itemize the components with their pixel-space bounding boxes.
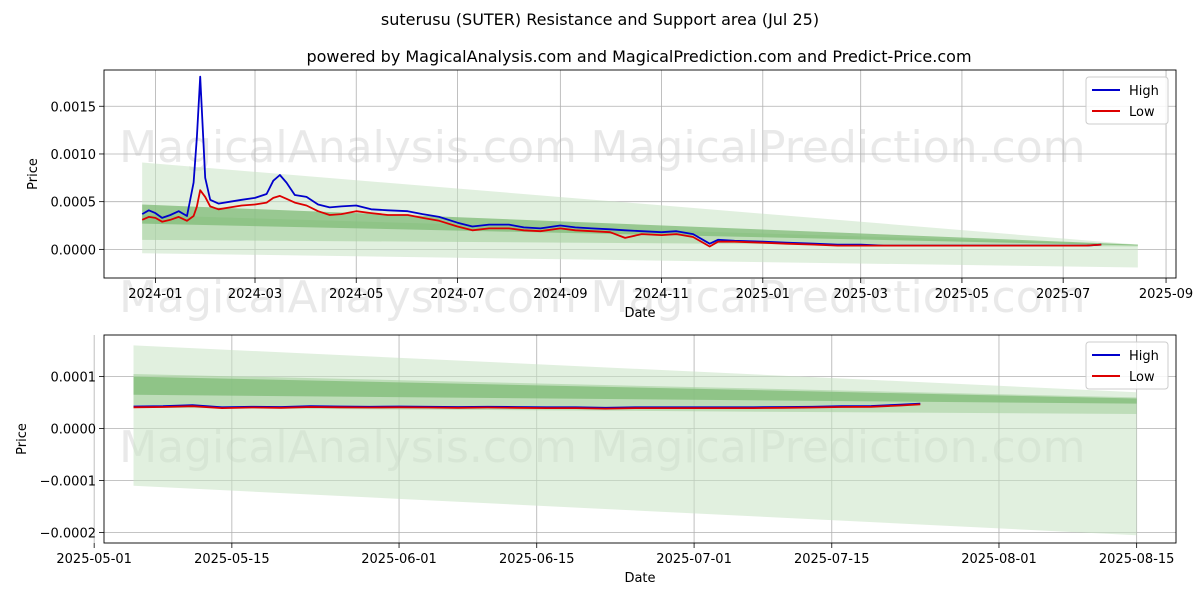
y-tick-label: 0.0010	[51, 148, 97, 163]
x-axis-label: Date	[624, 571, 655, 586]
y-tick-label: 0.0005	[51, 196, 97, 211]
x-tick-label: 2025-01	[736, 287, 790, 302]
legend: High Low	[1085, 76, 1169, 125]
x-tick-label: 2025-06-15	[499, 552, 575, 567]
x-tick-label: 2024-01	[128, 287, 182, 302]
chart-subtitle: powered by MagicalAnalysis.com and Magic…	[306, 47, 971, 66]
x-tick-label: 2025-06-01	[361, 552, 437, 567]
x-axis-label: Date	[624, 306, 655, 321]
legend: High Low	[1085, 341, 1169, 390]
x-tick-label: 2025-07	[1036, 287, 1090, 302]
x-tick-label: 2024-07	[430, 287, 484, 302]
x-tick-label: 2025-08-01	[961, 552, 1037, 567]
x-tick-label: 2025-07-15	[794, 552, 870, 567]
watermark-text: MagicalPrediction.com	[591, 122, 1086, 173]
x-tick-label: 2025-03	[834, 287, 888, 302]
x-tick-label: 2024-11	[634, 287, 688, 302]
x-tick-label: 2025-08-15	[1099, 552, 1175, 567]
chart-canvas: suterusu (SUTER) Resistance and Support …	[15, 10, 1193, 586]
chart-title: suterusu (SUTER) Resistance and Support …	[381, 10, 819, 29]
band-group	[142, 162, 1138, 268]
x-tick-label: 2025-05-15	[194, 552, 270, 567]
support-resistance-band	[133, 345, 1137, 536]
y-axis-label: Price	[26, 158, 41, 190]
y-tick-label: 0.0015	[51, 100, 97, 115]
band-group	[133, 345, 1137, 536]
y-tick-label: −0.0001	[40, 475, 96, 490]
bottom-panel: MagicalAnalysis.comMagicalPrediction.com…	[15, 334, 1177, 586]
legend-label-high: High	[1129, 349, 1159, 364]
x-tick-label: 2025-05-01	[56, 552, 132, 567]
x-tick-label: 2025-05	[935, 287, 989, 302]
watermark-text: MagicalAnalysis.com	[119, 122, 577, 173]
y-tick-label: 0.0001	[51, 371, 97, 386]
x-tick-label: 2024-09	[533, 287, 587, 302]
y-tick-label: 0.0000	[51, 243, 97, 258]
y-axis-label: Price	[15, 423, 30, 455]
chart-figure: suterusu (SUTER) Resistance and Support …	[0, 0, 1200, 600]
x-tick-label: 2025-09	[1139, 287, 1193, 302]
legend-label-low: Low	[1129, 105, 1155, 120]
x-tick-label: 2024-03	[228, 287, 282, 302]
top-panel: MagicalAnalysis.com MagicalPrediction.com…	[26, 69, 1193, 323]
x-tick-label: 2025-07-01	[656, 552, 732, 567]
legend-label-low: Low	[1129, 370, 1155, 385]
y-tick-label: −0.0002	[40, 527, 96, 542]
y-tick-label: 0.0000	[51, 423, 97, 438]
x-tick-label: 2024-05	[329, 287, 383, 302]
legend-label-high: High	[1129, 84, 1159, 99]
